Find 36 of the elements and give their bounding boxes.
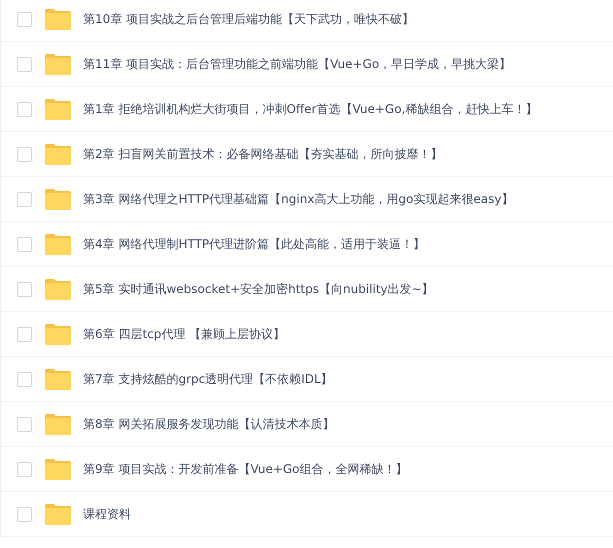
folder-name[interactable]: 课程资料 xyxy=(83,506,131,522)
folder-icon xyxy=(45,503,71,525)
folder-icon xyxy=(45,188,71,210)
folder-name[interactable]: 第6章 四层tcp代理 【兼顾上层协议】 xyxy=(83,326,286,342)
checkbox[interactable] xyxy=(17,462,32,476)
folder-icon xyxy=(45,413,71,435)
folder-name[interactable]: 第4章 网络代理制HTTP代理进阶篇【此处高能，适用于装逼！】 xyxy=(83,236,426,252)
checkbox[interactable] xyxy=(17,326,32,342)
checkbox[interactable] xyxy=(17,12,32,26)
folder-name[interactable]: 第9章 项目实战：开发前准备【Vue+Go组合，全网稀缺！】 xyxy=(83,460,408,478)
folder-name[interactable]: 第8章 网关拓展服务发现功能【认清技术本质】 xyxy=(83,416,334,432)
checkbox[interactable] xyxy=(17,282,32,296)
folder-name[interactable]: 第3章 网络代理之HTTP代理基础篇【nginx高大上功能，用go实现起来很easy】 xyxy=(83,190,514,208)
folder-icon xyxy=(45,458,71,480)
checkbox[interactable] xyxy=(17,506,32,522)
checkbox[interactable] xyxy=(17,192,32,206)
folder-icon xyxy=(45,323,71,345)
folder-icon xyxy=(45,8,71,30)
checkbox[interactable] xyxy=(17,56,32,72)
folder-name[interactable]: 第11章 项目实战：后台管理功能之前端功能【Vue+Go，早日学成，早挑大梁】 xyxy=(83,56,512,72)
folder-icon xyxy=(45,98,71,120)
checkbox[interactable] xyxy=(17,236,32,252)
folder-icon xyxy=(45,143,71,165)
folder-name[interactable]: 第7章 支持炫酷的grpc透明代理【不依赖IDL】 xyxy=(83,370,333,388)
folder-icon xyxy=(45,233,71,255)
folder-name[interactable]: 第2章 扫盲网关前置技术：必备网络基础【夯实基础，所向披靡！】 xyxy=(83,146,442,162)
checkbox[interactable] xyxy=(17,146,32,162)
folder-icon xyxy=(45,368,71,390)
checkbox[interactable] xyxy=(17,102,32,116)
folder-name[interactable]: 第5章 实时通讯websocket+安全加密https【向nubility出发~】 xyxy=(83,280,434,298)
folder-icon xyxy=(45,53,71,75)
folder-name[interactable]: 第10章 项目实战之后台管理后端功能【天下武功，唯快不破】 xyxy=(83,10,414,28)
folder-name[interactable]: 第1章 拒绝培训机构烂大街项目，冲刺Offer首选【Vue+Go,稀缺组合，赶快上车！】 xyxy=(83,100,538,118)
checkbox[interactable] xyxy=(17,416,32,432)
checkbox[interactable] xyxy=(17,372,32,386)
folder-icon xyxy=(45,278,71,300)
